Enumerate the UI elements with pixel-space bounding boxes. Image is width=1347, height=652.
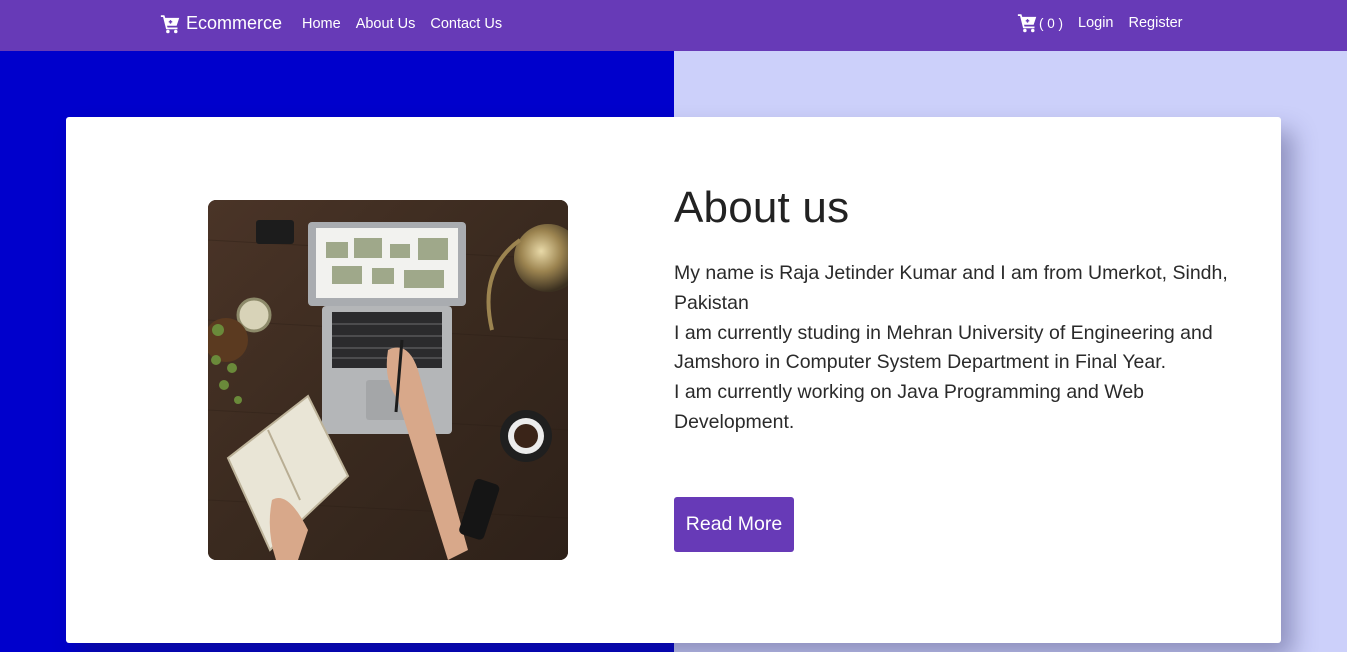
login-link[interactable]: Login [1078,15,1113,31]
about-title: About us [674,183,850,232]
cart-count-label: ( 0 ) [1039,15,1064,31]
nav-about-link[interactable]: About Us [356,16,416,32]
workspace-photo [208,200,568,560]
shopping-cart-icon [160,14,181,34]
nav-right: ( 0 ) Login Register [1016,13,1183,33]
about-description: My name is Raja Jetinder Kumar and I am … [674,259,1244,438]
about-paragraph: I am currently studing in Mehran Univers… [674,321,1213,374]
nav-home-link[interactable]: Home [302,16,341,32]
navbar: Ecommerce Home About Us Contact Us ( 0 )… [0,0,1347,51]
about-card: About us My name is Raja Jetinder Kumar … [66,117,1281,643]
cart-button[interactable]: ( 0 ) [1016,13,1063,33]
read-more-button[interactable]: Read More [674,497,794,552]
brand-name: Ecommerce [186,13,283,33]
register-link[interactable]: Register [1129,15,1183,31]
about-paragraph: My name is Raja Jetinder Kumar and I am … [674,262,1228,314]
brand-link[interactable]: Ecommerce [160,13,282,34]
nav-links: Home About Us Contact Us [302,16,502,32]
about-paragraph: I am currently working on Java Programmi… [674,381,1145,433]
nav-contact-link[interactable]: Contact Us [430,16,502,32]
cart-icon [1017,13,1038,33]
